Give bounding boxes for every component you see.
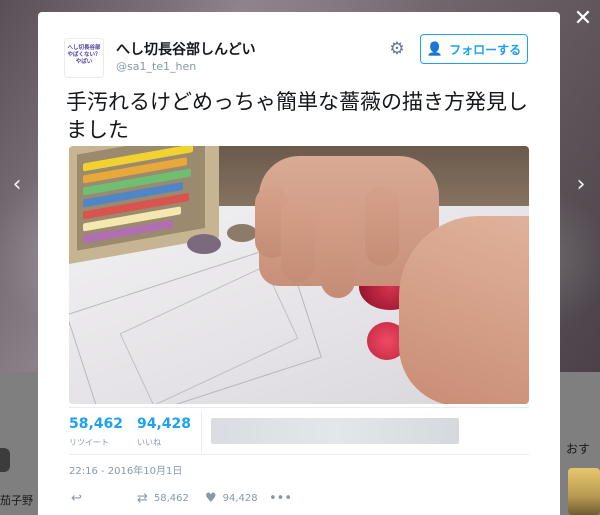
tweet-text: 手汚れるけどめっちゃ簡単な薔薇の描き方発見しました (66, 90, 528, 142)
divider (69, 407, 529, 408)
avatar-line-2: やばくない？ (67, 52, 101, 58)
tweet-stats: 58,462 リツイート 94,428 いいね (69, 412, 529, 452)
close-icon[interactable]: ✕ (568, 4, 598, 34)
tweet-actions: ↩ ⇄ 58,462 ♥ 94,428 ••• (69, 488, 369, 510)
retweet-button[interactable]: ⇄ 58,462 (137, 488, 189, 508)
like-label: いいね (137, 438, 161, 447)
follow-label: フォローする (449, 42, 522, 57)
background-avatar-left (0, 448, 10, 472)
photo-hand-right (399, 216, 529, 404)
previous-arrow-icon[interactable]: ‹ (4, 170, 30, 200)
follow-button[interactable]: 👤 フォローする (420, 34, 528, 64)
background-left-text: 茄子野 (0, 494, 33, 507)
tweet-timestamp[interactable]: 22:16 - 2016年10月1日 (69, 462, 182, 477)
likers-avatars[interactable] (211, 418, 459, 444)
background-avatar-right (568, 468, 600, 515)
gear-icon[interactable]: ⚙ (387, 39, 407, 59)
like-button[interactable]: ♥ 94,428 (205, 488, 258, 508)
divider (201, 412, 202, 452)
user-handle[interactable]: @sa1_te1_hen (116, 60, 196, 73)
more-button[interactable]: ••• (269, 488, 292, 508)
retweet-action-count: 58,462 (153, 492, 189, 504)
tweet-photo[interactable] (69, 146, 529, 404)
retweet-count[interactable]: 58,462 (69, 416, 123, 432)
tweet-modal: へし切長谷部 やばくない？ やばい へし切長谷部しんどい @sa1_te1_he… (38, 12, 560, 515)
retweet-label: リツイート (69, 438, 109, 447)
avatar-line-1: へし切長谷部 (67, 45, 101, 51)
more-icon: ••• (269, 490, 293, 506)
add-user-icon: 👤 (426, 41, 444, 57)
display-name[interactable]: へし切長谷部しんどい (116, 39, 256, 59)
like-action-count: 94,428 (222, 492, 258, 504)
avatar[interactable]: へし切長谷部 やばくない？ やばい (64, 38, 104, 78)
next-arrow-icon[interactable]: › (568, 170, 594, 200)
heart-icon: ♥ (205, 490, 217, 506)
background-right-text: おす (566, 442, 591, 456)
reply-button[interactable]: ↩ (71, 488, 82, 508)
reply-icon: ↩ (71, 490, 82, 506)
divider (69, 454, 529, 455)
retweet-icon: ⇄ (137, 490, 148, 506)
avatar-line-3: やばい (75, 59, 93, 65)
tweet-header: へし切長谷部 やばくない？ やばい へし切長谷部しんどい @sa1_te1_he… (38, 12, 560, 82)
like-count[interactable]: 94,428 (137, 416, 191, 432)
